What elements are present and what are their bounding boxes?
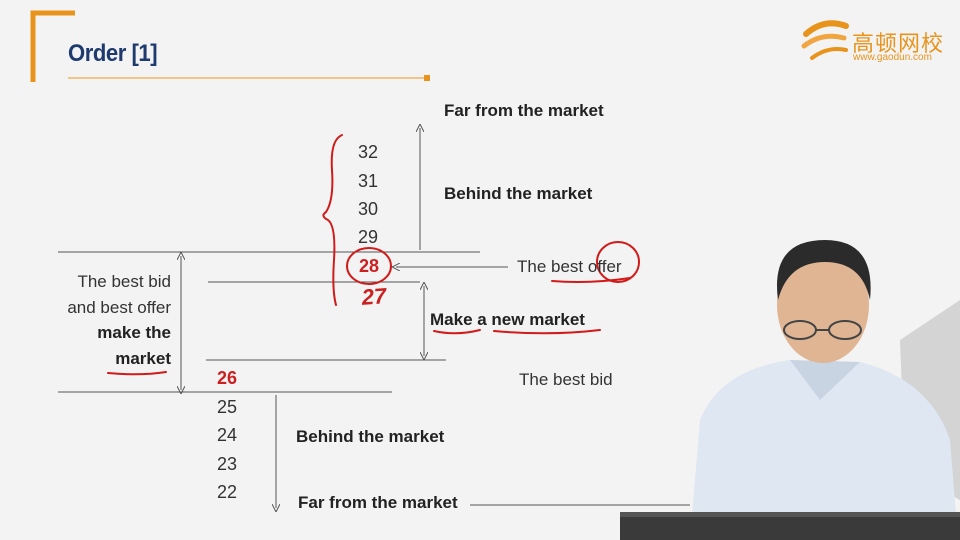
- label-far-bottom: Far from the market: [298, 493, 458, 512]
- side-note-line2: and best offer: [67, 297, 171, 317]
- label-behind-bottom: Behind the market: [296, 427, 445, 446]
- presenter-figure: [620, 240, 960, 540]
- price-29: 29: [357, 227, 379, 247]
- price-22: 22: [216, 482, 238, 502]
- price-30: 30: [357, 199, 379, 219]
- price-25: 25: [216, 397, 238, 417]
- side-note-line1: The best bid: [77, 272, 171, 291]
- label-behind-top: Behind the market: [444, 184, 593, 203]
- price-24: 24: [216, 425, 238, 445]
- price-31: 31: [357, 171, 379, 191]
- price-23: 23: [216, 454, 238, 474]
- price-handwritten: 27: [360, 283, 388, 310]
- price-32: 32: [357, 142, 379, 162]
- side-note-line3: make the: [97, 323, 171, 342]
- side-note-line4: market: [115, 348, 171, 368]
- label-new-market: Make a new market: [430, 310, 585, 329]
- label-best-bid: The best bid: [519, 370, 613, 389]
- side-note: The best bid and best offer make the mar…: [67, 269, 171, 371]
- label-far-top: Far from the market: [444, 101, 604, 120]
- label-best-offer: The best offer: [517, 257, 622, 276]
- price-best-offer: 28: [358, 256, 380, 276]
- price-best-bid: 26: [216, 368, 238, 388]
